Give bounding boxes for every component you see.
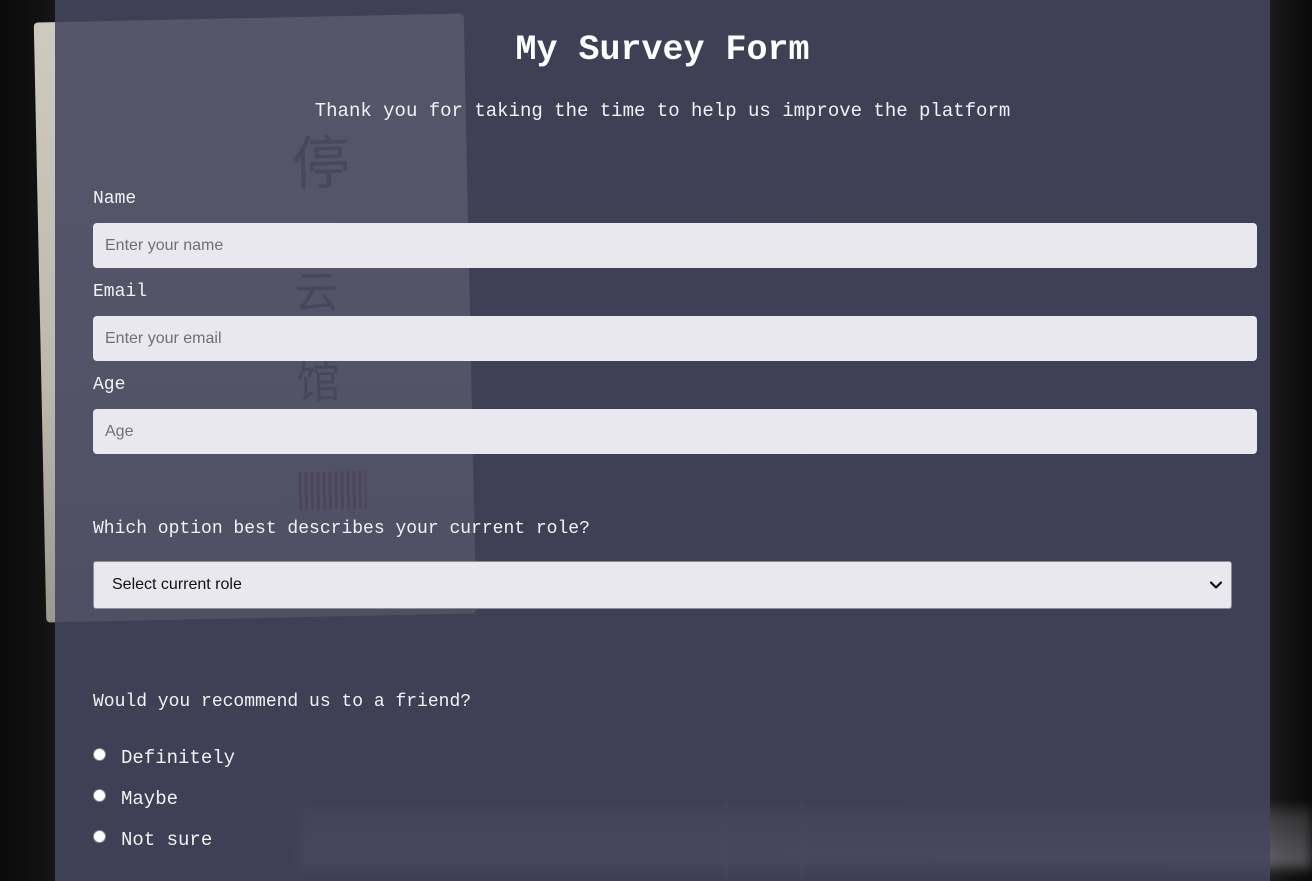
survey-form-panel: My Survey Form Thank you for taking the … (55, 0, 1270, 881)
radio-button[interactable] (93, 748, 106, 761)
radio-label: Not sure (121, 829, 213, 851)
email-input[interactable] (93, 316, 1257, 361)
role-question: Which option best describes your current… (93, 519, 590, 539)
recommend-question: Would you recommend us to a friend? (93, 692, 472, 712)
email-label: Email (93, 282, 148, 302)
radio-button[interactable] (93, 789, 106, 802)
age-input[interactable] (93, 409, 1257, 454)
form-description: Thank you for taking the time to help us… (314, 100, 1011, 122)
page-title: My Survey Form (515, 30, 810, 70)
radio-label: Maybe (121, 788, 179, 810)
name-input[interactable] (93, 223, 1257, 268)
age-label: Age (93, 375, 126, 395)
radio-button[interactable] (93, 830, 106, 843)
name-label: Name (93, 189, 137, 209)
role-dropdown[interactable]: Select current role (93, 561, 1232, 609)
radio-label: Definitely (121, 747, 236, 769)
chevron-down-icon (1209, 581, 1223, 589)
role-dropdown-value: Select current role (112, 576, 242, 593)
